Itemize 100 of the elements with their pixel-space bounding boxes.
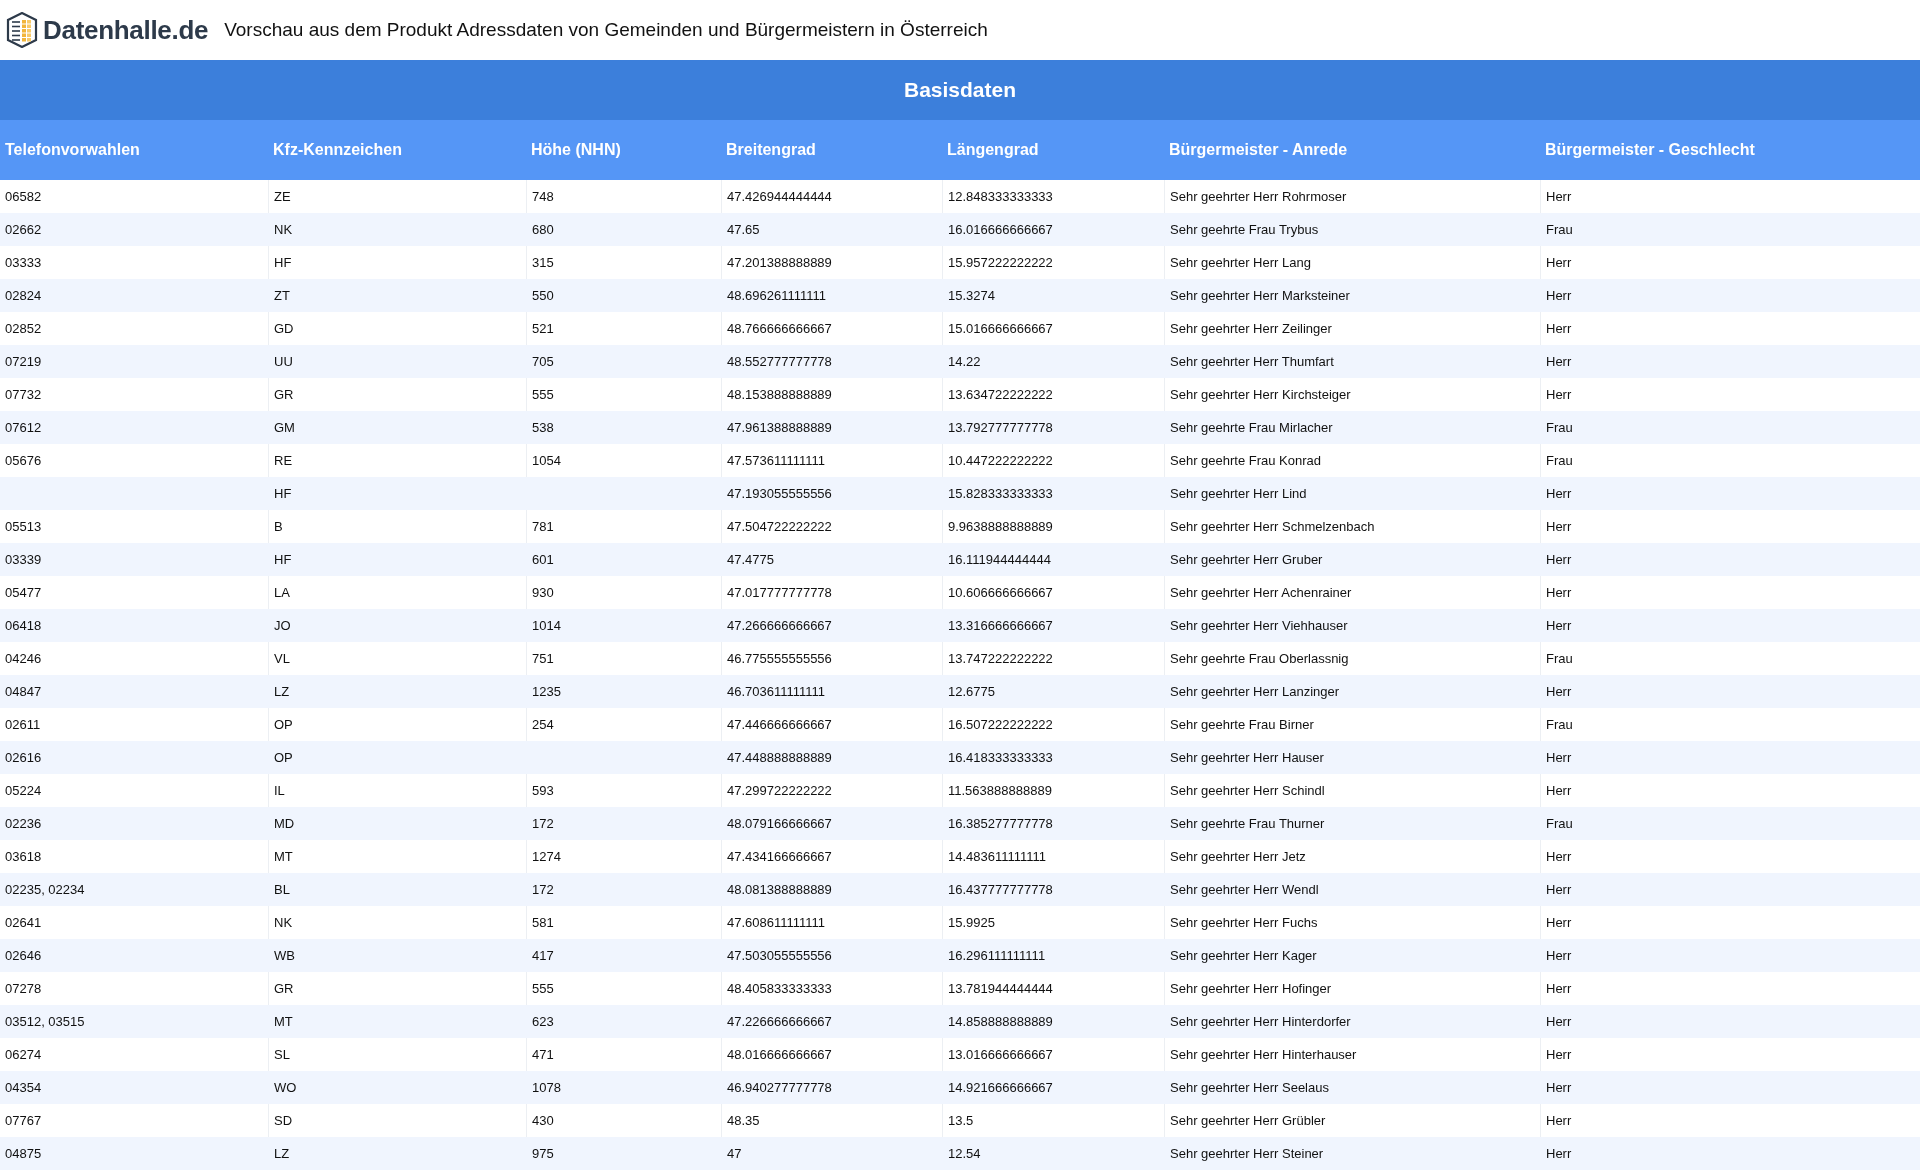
table-cell: Herr — [1540, 477, 1920, 510]
table-cell: 06418 — [0, 609, 268, 642]
table-cell: 705 — [526, 345, 721, 378]
table-cell-text: 02641 — [4, 914, 43, 932]
table-cell: Herr — [1540, 675, 1920, 708]
table-cell-text: 02852 — [4, 320, 43, 338]
table-cell: HF — [268, 477, 526, 510]
table-cell: 16.296111111111 — [942, 939, 1164, 972]
table-cell: 172 — [526, 807, 721, 840]
table-cell: 12.6775 — [942, 675, 1164, 708]
table-cell: 13.316666666667 — [942, 609, 1164, 642]
table-cell: MD — [268, 807, 526, 840]
table-cell: Herr — [1540, 1005, 1920, 1038]
column-header: Kfz-Kennzeichen — [268, 120, 526, 180]
table-cell: 46.703611111111 — [721, 675, 942, 708]
table-cell: OP — [268, 741, 526, 774]
table-cell: 02236 — [0, 807, 268, 840]
table-cell: Herr — [1540, 609, 1920, 642]
table-cell-text: 07767 — [4, 1112, 43, 1130]
table-cell: Herr — [1540, 543, 1920, 576]
table-cell: 47.503055555556 — [721, 939, 942, 972]
table-cell: BL — [268, 873, 526, 906]
table-cell: NK — [268, 213, 526, 246]
table-cell: Sehr geehrter Herr Viehhauser — [1164, 609, 1540, 642]
table-cell: 47 — [721, 1137, 942, 1170]
table-cell: Frau — [1540, 213, 1920, 246]
table-cell: Sehr geehrter Herr Seelaus — [1164, 1071, 1540, 1104]
table-cell: Herr — [1540, 279, 1920, 312]
table-cell-text: 05224 — [4, 782, 43, 800]
table-cell: 623 — [526, 1005, 721, 1038]
column-header: Breitengrad — [721, 120, 942, 180]
table-cell: Frau — [1540, 807, 1920, 840]
table-cell: Herr — [1540, 741, 1920, 774]
table-cell-text: 05676 — [4, 452, 43, 470]
table-cell: Sehr geehrter Herr Hinterdorfer — [1164, 1005, 1540, 1038]
table-cell: 47.65 — [721, 213, 942, 246]
table-cell: Sehr geehrte Frau Thurner — [1164, 807, 1540, 840]
table-cell: 07612 — [0, 411, 268, 444]
table-cell: 1235 — [526, 675, 721, 708]
table-cell: 417 — [526, 939, 721, 972]
table-cell: MT — [268, 1005, 526, 1038]
table-cell: Sehr geehrte Frau Trybus — [1164, 213, 1540, 246]
table-cell-text: 03618 — [4, 848, 43, 866]
column-header: Telefonvorwahlen — [0, 120, 268, 180]
table-cell: 02616 — [0, 741, 268, 774]
table-cell: 13.792777777778 — [942, 411, 1164, 444]
table-cell: Sehr geehrter Herr Hauser — [1164, 741, 1540, 774]
table-cell: 15.828333333333 — [942, 477, 1164, 510]
table-cell: 04847 — [0, 675, 268, 708]
table-cell: 1014 — [526, 609, 721, 642]
table-cell: 03339 — [0, 543, 268, 576]
table-cell: 07219 — [0, 345, 268, 378]
table-cell: Sehr geehrter Herr Steiner — [1164, 1137, 1540, 1170]
table-cell: 14.22 — [942, 345, 1164, 378]
table-cell: 14.858888888889 — [942, 1005, 1164, 1038]
table-cell: 47.4775 — [721, 543, 942, 576]
table-cell: 02662 — [0, 213, 268, 246]
table-cell: LZ — [268, 1137, 526, 1170]
table-cell: 538 — [526, 411, 721, 444]
table-cell: 172 — [526, 873, 721, 906]
table-cell: Herr — [1540, 939, 1920, 972]
table-cell: Sehr geehrter Herr Gruber — [1164, 543, 1540, 576]
table-cell: 15.3274 — [942, 279, 1164, 312]
table-cell: Herr — [1540, 1071, 1920, 1104]
column-header: Höhe (NHN) — [526, 120, 721, 180]
table-cell: 02646 — [0, 939, 268, 972]
table-cell: 46.940277777778 — [721, 1071, 942, 1104]
table-cell: 47.448888888889 — [721, 741, 942, 774]
table-cell: 47.266666666667 — [721, 609, 942, 642]
table-cell: GM — [268, 411, 526, 444]
table-cell: 550 — [526, 279, 721, 312]
page-title: Vorschau aus dem Produkt Adressdaten von Gemeinden und Bürgermeistern in Österreich — [224, 19, 988, 41]
table-cell: WO — [268, 1071, 526, 1104]
table-cell-text: 07278 — [4, 980, 43, 998]
table-cell: 02235, 02234 — [0, 873, 268, 906]
table-cell: 16.385277777778 — [942, 807, 1164, 840]
table-cell: 04354 — [0, 1071, 268, 1104]
table-cell: 16.016666666667 — [942, 213, 1164, 246]
logo-text[interactable]: Datenhalle.de — [43, 14, 209, 46]
table-cell-text: 02611 — [4, 716, 42, 734]
column-header: Bürgermeister - Anrede — [1164, 120, 1540, 180]
table-cell: 48.696261111111 — [721, 279, 942, 312]
table-cell: 04875 — [0, 1137, 268, 1170]
table-cell: 48.081388888889 — [721, 873, 942, 906]
table-cell: ZT — [268, 279, 526, 312]
table-cell-text: 06582 — [4, 188, 43, 206]
table-cell: 48.552777777778 — [721, 345, 942, 378]
table-cell: 601 — [526, 543, 721, 576]
table-cell: 47.193055555556 — [721, 477, 942, 510]
table-cell: 47.226666666667 — [721, 1005, 942, 1038]
table-cell: 680 — [526, 213, 721, 246]
section-banner: Basisdaten — [0, 60, 1920, 120]
table-cell-text: 03333 — [4, 254, 43, 272]
table-cell: WB — [268, 939, 526, 972]
table-cell: 02824 — [0, 279, 268, 312]
table-cell: Sehr geehrter Herr Lind — [1164, 477, 1540, 510]
table-cell: 16.437777777778 — [942, 873, 1164, 906]
table-cell-text: 07732 — [4, 386, 43, 404]
table-cell: Sehr geehrter Herr Marksteiner — [1164, 279, 1540, 312]
table-cell: 12.54 — [942, 1137, 1164, 1170]
